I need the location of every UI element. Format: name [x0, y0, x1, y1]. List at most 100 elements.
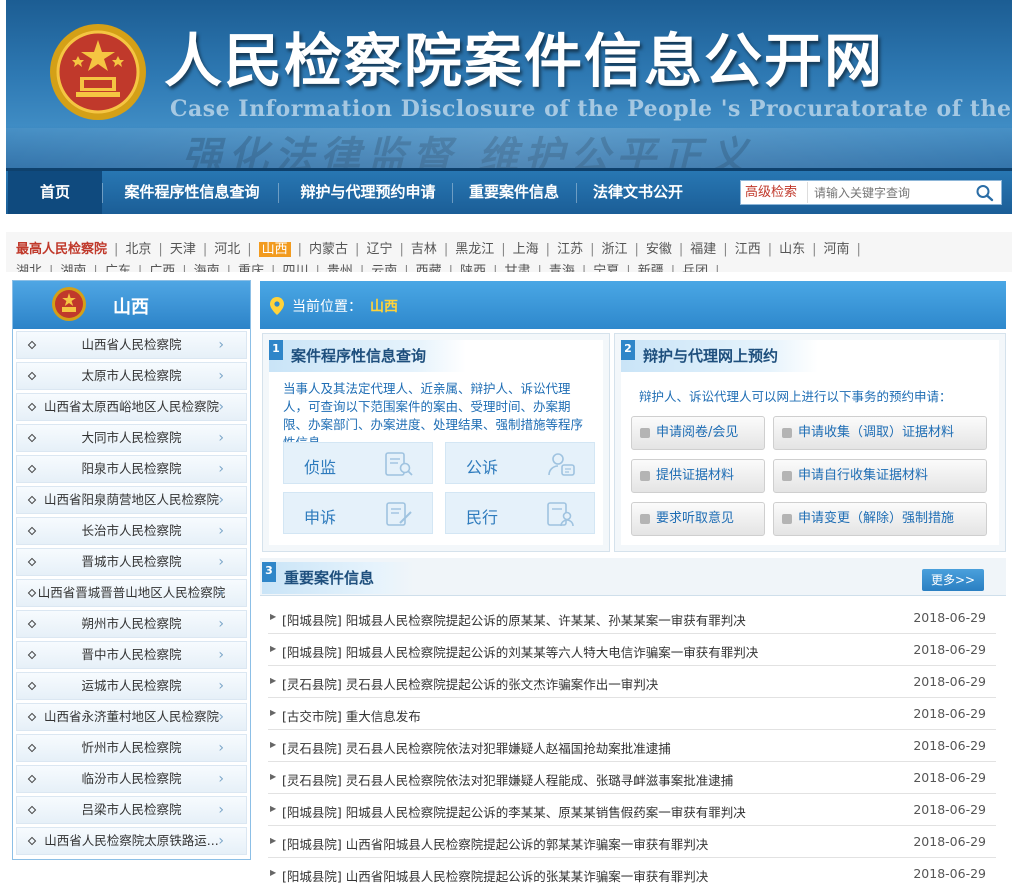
chevron-right-icon: ›	[218, 833, 224, 849]
region-link[interactable]: 江苏	[557, 242, 583, 257]
case-title[interactable]: [灵石县院] 灵石县人民检察院提起公诉的张文杰诈骗案作出一审判决	[282, 674, 658, 693]
nav-home[interactable]: 首页	[8, 171, 102, 214]
case-row[interactable]: ▶ [阳城县院] 山西省阳城县人民检察院提起公诉的郭某某诈骗案一审获有罪判决 201…	[268, 826, 996, 858]
case-title[interactable]: [灵石县院] 灵石县人民检察院依法对犯罪嫌疑人程能成、张璐寻衅滋事案批准逮捕	[282, 770, 733, 789]
case-title[interactable]: [灵石县院] 灵石县人民检察院依法对犯罪嫌疑人赵福国抢劫案批准逮捕	[282, 738, 671, 757]
sidebar-item[interactable]: 晋城市人民检察院 ›	[16, 548, 247, 576]
region-link[interactable]: 吉林	[411, 242, 437, 257]
region-link[interactable]: 安徽	[646, 242, 672, 257]
region-link[interactable]: 陕西	[460, 264, 486, 272]
region-link[interactable]: 福建	[690, 242, 716, 257]
region-link[interactable]: 广西	[149, 264, 175, 272]
region-link[interactable]: 辽宁	[366, 242, 392, 257]
sidebar-item[interactable]: 山西省人民检察院 ›	[16, 331, 247, 359]
region-link[interactable]: 上海	[513, 242, 539, 257]
case-title[interactable]: [阳城县院] 阳城县人民检察院提起公诉的原某某、许某某、孙某某案一审获有罪判决	[282, 610, 746, 629]
location-pin-icon	[270, 297, 284, 315]
case-title[interactable]: [阳城县院] 山西省阳城县人民检察院提起公诉的张某某诈骗案一审获有罪判决	[282, 866, 708, 885]
region-link[interactable]: 黑龙江	[455, 242, 494, 257]
tile-public-prosecution[interactable]: 公诉	[445, 442, 595, 484]
site-subtitle: Case Information Disclosure of the Peopl…	[170, 96, 1012, 122]
region-link[interactable]: 山东	[779, 242, 805, 257]
region-link[interactable]: 兵团	[682, 264, 708, 272]
case-row[interactable]: ▶ [灵石县院] 灵石县人民检察院依法对犯罪嫌疑人程能成、张璐寻衅滋事案批准逮捕 2…	[268, 762, 996, 794]
sidebar-item[interactable]: 山西省阳泉荫营地区人民检察院 ›	[16, 486, 247, 514]
region-link[interactable]: 云南	[371, 264, 397, 272]
region-link[interactable]: 北京	[125, 242, 151, 257]
panel-number: 1	[269, 340, 283, 360]
region-link[interactable]: 天津	[170, 242, 196, 257]
region-link[interactable]: 山西	[258, 242, 291, 257]
location-value[interactable]: 山西	[370, 296, 398, 316]
sidebar-item[interactable]: 山西省永济董村地区人民检察院 ›	[16, 703, 247, 731]
case-title[interactable]: [古交市院] 重大信息发布	[282, 706, 421, 725]
region-link[interactable]: 河北	[214, 242, 240, 257]
sidebar-item[interactable]: 临汾市人民检察院 ›	[16, 765, 247, 793]
provide-evidence-button[interactable]: 提供证据材料	[631, 459, 765, 493]
document-icon	[782, 514, 792, 524]
sidebar-item[interactable]: 长治市人民检察院 ›	[16, 517, 247, 545]
sidebar-item[interactable]: 晋中市人民检察院 ›	[16, 641, 247, 669]
region-link[interactable]: 湖北	[16, 264, 42, 272]
region-link[interactable]: 西藏	[416, 264, 442, 272]
region-link[interactable]: 湖南	[60, 264, 86, 272]
apply-file-review-button[interactable]: 申请阅卷/会见	[631, 416, 765, 450]
case-row[interactable]: ▶ [阳城县院] 阳城县人民检察院提起公诉的原某某、许某某、孙某某案一审获有罪判决…	[268, 602, 996, 634]
region-link[interactable]: 广东	[105, 264, 131, 272]
region-link[interactable]: 江西	[735, 242, 761, 257]
region-link[interactable]: 浙江	[601, 242, 627, 257]
case-title[interactable]: [阳城县院] 阳城县人民检察院提起公诉的李某某、原某某销售假药案一审获有罪判决	[282, 802, 746, 821]
document-icon	[640, 514, 650, 524]
region-link[interactable]: 青海	[549, 264, 575, 272]
case-row[interactable]: ▶ [阳城县院] 山西省阳城县人民检察院提起公诉的张某某诈骗案一审获有罪判决 201…	[268, 858, 996, 888]
search-icon[interactable]	[975, 184, 995, 202]
sidebar-item[interactable]: 运城市人民检察院 ›	[16, 672, 247, 700]
sidebar-item[interactable]: 山西省晋城晋普山地区人民检察院 ›	[16, 579, 247, 607]
region-link[interactable]: 宁夏	[593, 264, 619, 272]
region-link[interactable]: 内蒙古	[309, 242, 348, 257]
sidebar-item[interactable]: 阳泉市人民检察院 ›	[16, 455, 247, 483]
apply-change-measures-button[interactable]: 申请变更（解除）强制措施	[773, 502, 987, 536]
region-link[interactable]: 甘肃	[504, 264, 530, 272]
region-link[interactable]: 贵州	[327, 264, 353, 272]
sidebar-item[interactable]: 吕梁市人民检察院 ›	[16, 796, 247, 824]
sidebar-item[interactable]: 太原市人民检察院 ›	[16, 362, 247, 390]
region-separator: |	[271, 264, 276, 272]
tile-investigation-supervision[interactable]: 侦监	[283, 442, 433, 484]
region-link[interactable]: 四川	[282, 264, 308, 272]
case-row[interactable]: ▶ [阳城县院] 阳城县人民检察院提起公诉的刘某某等六人特大电信诈骗案一审获有罪判…	[268, 634, 996, 666]
case-title[interactable]: [阳城县院] 阳城县人民检察院提起公诉的刘某某等六人特大电信诈骗案一审获有罪判决	[282, 642, 758, 661]
region-link[interactable]: 新疆	[638, 264, 664, 272]
apply-self-collect-evidence-button[interactable]: 申请自行收集证据材料	[773, 459, 987, 493]
region-link[interactable]: 河南	[824, 242, 850, 257]
request-hearing-button[interactable]: 要求听取意见	[631, 502, 765, 536]
more-cases-button[interactable]: 更多>>	[922, 569, 984, 591]
region-link[interactable]: 最高人民检察院	[16, 242, 107, 257]
search-input[interactable]	[807, 182, 962, 203]
apply-evidence-collection-button[interactable]: 申请收集（调取）证据材料	[773, 416, 987, 450]
region-link[interactable]: 海南	[194, 264, 220, 272]
sidebar-item[interactable]: 大同市人民检察院 ›	[16, 424, 247, 452]
button-label: 申请变更（解除）强制措施	[798, 511, 955, 526]
nav-case-procedure-query[interactable]: 案件程序性信息查询	[110, 171, 274, 214]
nav-important-cases[interactable]: 重要案件信息	[458, 171, 570, 214]
nav-defense-appointment[interactable]: 辩护与代理预约申请	[284, 171, 452, 214]
case-row[interactable]: ▶ [灵石县院] 灵石县人民检察院提起公诉的张文杰诈骗案作出一审判决 2018-06…	[268, 666, 996, 698]
document-icon	[782, 471, 792, 481]
nav-legal-documents[interactable]: 法律文书公开	[582, 171, 694, 214]
tile-civil-administrative[interactable]: 民行	[445, 492, 595, 534]
case-row[interactable]: ▶ [古交市院] 重大信息发布 2018-06-29	[268, 698, 996, 730]
region-link[interactable]: 重庆	[238, 264, 264, 272]
case-row[interactable]: ▶ [阳城县院] 阳城县人民检察院提起公诉的李某某、原某某销售假药案一审获有罪判决…	[268, 794, 996, 826]
sidebar-item[interactable]: 忻州市人民检察院 ›	[16, 734, 247, 762]
case-query-panel: 1 案件程序性信息查询 当事人及其法定代理人、近亲属、辩护人、诉讼代理人，可查询…	[262, 333, 610, 552]
case-row[interactable]: ▶ [灵石县院] 灵石县人民检察院依法对犯罪嫌疑人赵福国抢劫案批准逮捕 2018-0…	[268, 730, 996, 762]
advanced-search-link[interactable]: 高级检索	[745, 181, 797, 204]
sidebar-item[interactable]: 山西省人民检察院太原铁路运... ›	[16, 827, 247, 855]
sidebar-item[interactable]: 朔州市人民检察院 ›	[16, 610, 247, 638]
case-date: 2018-06-29	[913, 770, 986, 785]
sidebar-item-label: 山西省永济董村地区人民检察院	[43, 709, 219, 724]
case-title[interactable]: [阳城县院] 山西省阳城县人民检察院提起公诉的郭某某诈骗案一审获有罪判决	[282, 834, 708, 853]
tile-appeal[interactable]: 申诉	[283, 492, 433, 534]
sidebar-item[interactable]: 山西省太原西峪地区人民检察院 ›	[16, 393, 247, 421]
